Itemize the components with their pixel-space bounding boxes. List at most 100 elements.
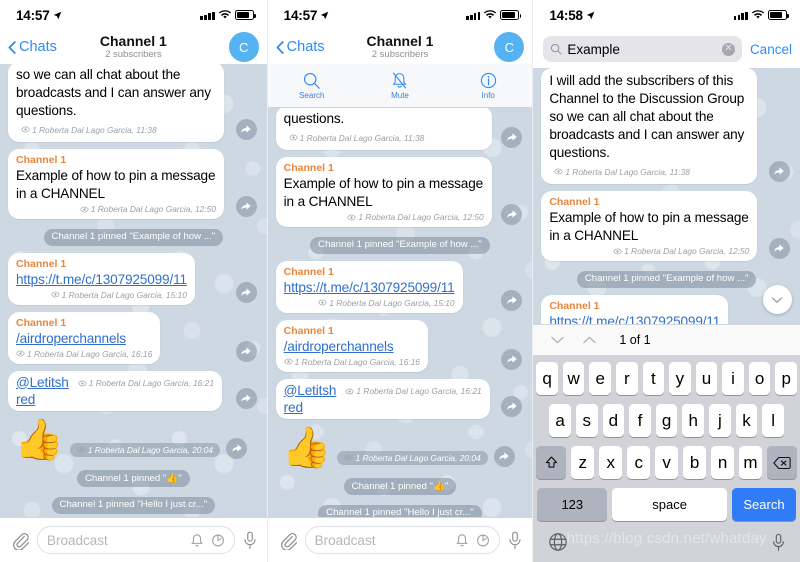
message-bubble[interactable]: Channel 1https://t.me/c/1307925099/111 R…	[8, 252, 195, 305]
battery-icon	[500, 10, 522, 20]
back-to-chats-button[interactable]: Chats	[276, 39, 325, 55]
info-icon	[480, 72, 496, 89]
key-q[interactable]: q	[536, 362, 558, 395]
message-bubble[interactable]: Channel 1https://t.me/c/1307925099/111 R…	[275, 260, 463, 313]
cancel-search-button[interactable]: Cancel	[750, 42, 792, 57]
bell-icon[interactable]	[455, 533, 469, 548]
search-input[interactable]: Example ✕	[543, 36, 742, 62]
key-o[interactable]: o	[748, 362, 771, 395]
forward-button[interactable]	[235, 281, 257, 303]
globe-icon[interactable]	[548, 532, 568, 552]
forward-button[interactable]	[493, 445, 515, 467]
channel-avatar[interactable]: C	[494, 32, 525, 62]
key-w[interactable]: w	[562, 362, 585, 395]
key-y[interactable]: y	[669, 362, 691, 395]
message-bubble[interactable]: Channel 1/airdroperchannels 1 Roberta Dal…	[8, 311, 161, 364]
key-u[interactable]: u	[695, 362, 718, 395]
key-a[interactable]: a	[549, 404, 571, 437]
key-s[interactable]: s	[575, 404, 598, 437]
key-z[interactable]: z	[571, 446, 595, 479]
bell-icon[interactable]	[190, 533, 204, 548]
key-h[interactable]: h	[682, 404, 705, 437]
forward-button[interactable]	[501, 127, 523, 148]
chat-scroll-area[interactable]: so we can all chat about the broadcasts …	[0, 64, 267, 517]
shift-key[interactable]	[536, 446, 567, 479]
message-bubble[interactable]: Channel 1 Example of how to pin a message…	[8, 149, 224, 219]
forward-button[interactable]	[235, 387, 257, 409]
action-search[interactable]: Search	[268, 71, 356, 100]
message-text[interactable]: @Letitshred	[284, 382, 341, 416]
forward-button[interactable]	[501, 395, 523, 417]
key-v[interactable]: v	[655, 446, 679, 479]
key-r[interactable]: r	[616, 362, 638, 395]
attach-icon[interactable]	[10, 531, 29, 550]
status-time: 14:58	[549, 7, 583, 23]
chat-scroll-area[interactable]: questions. 1 Roberta Dal Lago Garcia, 11:…	[267, 108, 533, 517]
forward-button[interactable]	[768, 238, 790, 259]
key-f[interactable]: f	[629, 404, 651, 437]
message-text[interactable]: https://t.me/c/1307925099/11	[549, 314, 720, 325]
broadcast-input[interactable]: Broadcast	[37, 526, 235, 554]
key-k[interactable]: k	[735, 404, 758, 437]
forward-button[interactable]	[501, 204, 523, 225]
key-m[interactable]: m	[739, 446, 762, 479]
key-p[interactable]: p	[775, 362, 797, 395]
search-key[interactable]: Search	[731, 488, 796, 521]
backspace-key[interactable]	[766, 446, 797, 479]
key-l[interactable]: l	[762, 404, 784, 437]
microphone-icon[interactable]	[243, 531, 257, 550]
message-bubble[interactable]: I will add the subscribers of this Chann…	[541, 68, 758, 184]
message-bubble[interactable]: Channel 1 Example of how to pin a message…	[275, 157, 492, 227]
space-key[interactable]: space	[612, 488, 727, 521]
key-n[interactable]: n	[711, 446, 735, 479]
broadcast-input[interactable]: Broadcast	[304, 526, 501, 554]
wifi-icon	[484, 10, 497, 19]
message-bubble[interactable]: so we can all chat about the broadcasts …	[8, 64, 224, 142]
scroll-to-bottom-button[interactable]	[762, 285, 792, 314]
message-bubble[interactable]: @Letitshred 1 Roberta Dal Lago Garcia, 16…	[8, 370, 222, 411]
message-text[interactable]: /airdroperchannels	[284, 339, 394, 354]
attach-icon[interactable]	[278, 531, 297, 550]
key-x[interactable]: x	[599, 446, 623, 479]
message-meta-text: 1 Roberta Dal Lago Garcia, 15:10	[61, 289, 187, 300]
message-row: questions. 1 Roberta Dal Lago Garcia, 11:…	[275, 108, 525, 150]
forward-button[interactable]	[235, 196, 257, 217]
forward-button[interactable]	[235, 340, 257, 362]
forward-button[interactable]	[501, 348, 523, 370]
search-next-result-button[interactable]	[581, 335, 597, 345]
message-text[interactable]: https://t.me/c/1307925099/11	[284, 280, 455, 295]
action-info[interactable]: Info	[444, 71, 532, 100]
message-text[interactable]: https://t.me/c/1307925099/11	[16, 272, 187, 287]
action-mute[interactable]: Mute	[356, 71, 444, 100]
microphone-icon[interactable]	[772, 533, 785, 552]
key-c[interactable]: c	[627, 446, 651, 479]
location-arrow-icon	[53, 11, 61, 19]
search-prev-result-button[interactable]	[549, 335, 565, 345]
message-bubble[interactable]: questions. 1 Roberta Dal Lago Garcia, 11:…	[275, 108, 492, 150]
timer-icon[interactable]	[476, 533, 490, 548]
clear-search-button[interactable]: ✕	[721, 42, 735, 56]
message-text[interactable]: @Letitshred	[16, 374, 73, 408]
key-i[interactable]: i	[722, 362, 744, 395]
message-bubble[interactable]: Channel 1https://t.me/c/1307925099/111 R…	[541, 294, 729, 325]
message-bubble[interactable]: Channel 1/airdroperchannels 1 Roberta Dal…	[275, 319, 428, 372]
key-j[interactable]: j	[709, 404, 731, 437]
message-bubble[interactable]: Channel 1 Example of how to pin a message…	[541, 191, 758, 261]
forward-button[interactable]	[501, 289, 523, 311]
message-bubble[interactable]: @Letitshred 1 Roberta Dal Lago Garcia, 16…	[275, 378, 490, 419]
timer-icon[interactable]	[211, 533, 225, 548]
key-g[interactable]: g	[655, 404, 678, 437]
key-b[interactable]: b	[683, 446, 707, 479]
key-e[interactable]: e	[589, 362, 612, 395]
key-d[interactable]: d	[602, 404, 625, 437]
forward-button[interactable]	[768, 161, 790, 182]
chat-scroll-area[interactable]: I will add the subscribers of this Chann…	[533, 68, 800, 324]
back-to-chats-button[interactable]: Chats	[8, 39, 57, 55]
message-text[interactable]: /airdroperchannels	[16, 331, 126, 346]
key-t[interactable]: t	[642, 362, 665, 395]
channel-avatar[interactable]: C	[228, 32, 259, 62]
microphone-icon[interactable]	[508, 531, 522, 550]
forward-button[interactable]	[226, 437, 248, 459]
numbers-key[interactable]: 123	[537, 488, 608, 521]
forward-button[interactable]	[235, 119, 257, 140]
